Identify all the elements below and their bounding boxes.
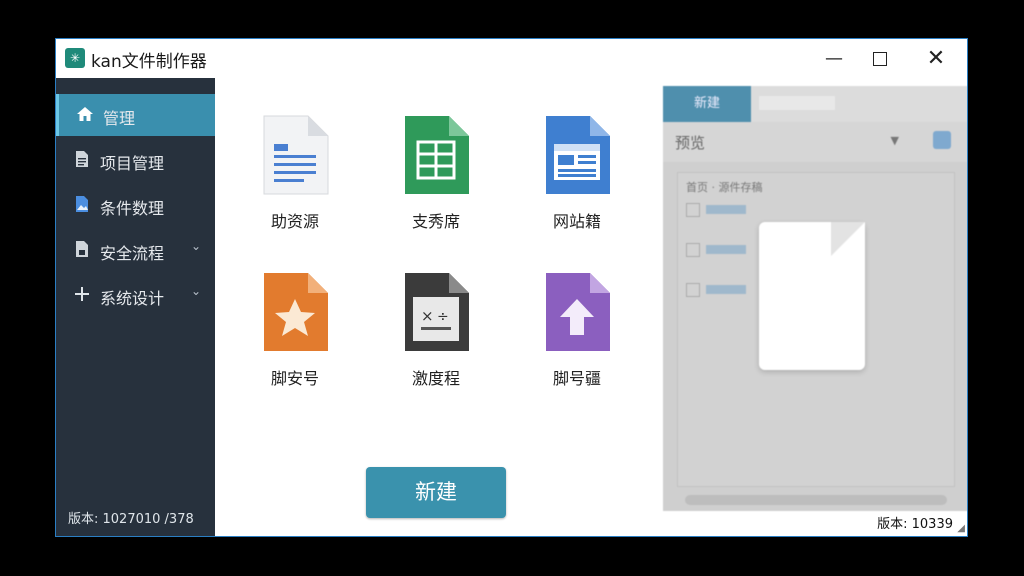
sidebar-item-label: 项目管理 (100, 154, 165, 173)
app-logo-icon: ✳ (65, 48, 85, 68)
sidebar-item-system[interactable]: 系统设计 ⌄ (56, 274, 215, 316)
maximize-button[interactable] (857, 39, 903, 78)
minimize-button[interactable]: — (811, 39, 857, 78)
list-item[interactable] (686, 283, 746, 297)
preview-list-header: 首页 · 源件存稿 (686, 181, 763, 194)
template-name: 脚号疆 (552, 369, 601, 388)
document-icon (72, 150, 92, 170)
template-grid: 助资源 支秀席 网站籍 脚安号 × ÷ 激度程 脚号疆 新建 (215, 78, 653, 536)
list-item[interactable] (686, 243, 746, 257)
checkbox[interactable] (686, 243, 700, 257)
preview-title: 预览 (675, 134, 706, 152)
spreadsheet-icon (405, 116, 469, 194)
footer-version: 版本: 10339 (877, 517, 953, 532)
app-window: ✳ kan文件制作器 — ✕ 管理 项目管理 条件数理 安全流程 ⌄ 系统设计 … (55, 38, 968, 537)
maximize-icon (873, 52, 887, 66)
sidebar-item-project[interactable]: 项目管理 (56, 139, 215, 181)
preview-tab[interactable] (759, 96, 835, 110)
page-fold (831, 222, 865, 256)
template-tile[interactable]: × ÷ 激度程 (376, 271, 496, 411)
template-name: 脚安号 (270, 369, 319, 388)
home-icon (75, 105, 95, 125)
close-button[interactable]: ✕ (913, 39, 959, 78)
sidebar-item-label: 管理 (103, 109, 136, 128)
image-file-icon (72, 195, 92, 215)
template-name: 支秀席 (411, 212, 460, 231)
checkbox[interactable] (686, 283, 700, 297)
sidebar-item-label: 条件数理 (100, 199, 165, 218)
sidebar-item-manage[interactable]: 管理 (56, 94, 215, 136)
list-item-placeholder (706, 285, 746, 294)
sidebar: 管理 项目管理 条件数理 安全流程 ⌄ 系统设计 ⌄ 版本: 1027010 /… (56, 78, 215, 536)
horizontal-scrollbar[interactable] (685, 495, 947, 505)
sidebar-item-label: 安全流程 (100, 244, 165, 263)
template-tile[interactable]: 脚号疆 (517, 271, 637, 411)
new-button[interactable]: 新建 (366, 467, 506, 518)
resize-grip-icon[interactable]: ◢ (957, 523, 965, 534)
template-tile[interactable]: 网站籍 (517, 114, 637, 254)
checkbox[interactable] (686, 203, 700, 217)
template-name: 助资源 (270, 212, 319, 231)
svg-text:×: × (421, 307, 434, 325)
list-item[interactable] (686, 203, 746, 217)
star-file-icon (264, 273, 328, 351)
web-page-icon (546, 116, 610, 194)
formula-file-icon: × ÷ (405, 273, 469, 351)
preview-tab-new[interactable]: 新建 (663, 86, 751, 122)
template-tile[interactable]: 助资源 (235, 114, 355, 254)
title-bar[interactable]: ✳ kan文件制作器 — ✕ (56, 39, 967, 78)
list-item-placeholder (706, 245, 746, 254)
chevron-down-icon[interactable]: ▼ (891, 134, 899, 147)
sidebar-version: 版本: 1027010 /378 (68, 512, 194, 527)
lock-file-icon (72, 240, 92, 260)
template-tile[interactable]: 脚安号 (235, 271, 355, 411)
window-title: kan文件制作器 (91, 52, 207, 72)
upload-file-icon (546, 273, 610, 351)
template-name: 激度程 (411, 369, 460, 388)
list-item-placeholder (706, 205, 746, 214)
sidebar-item-security[interactable]: 安全流程 ⌄ (56, 229, 215, 271)
preview-tabbar: 新建 (663, 86, 967, 122)
notification-icon[interactable] (933, 131, 951, 149)
document-text-icon (263, 115, 329, 195)
chevron-down-icon[interactable]: ⌄ (191, 239, 201, 253)
preview-panel: 新建 预览 ▼ 首页 · 源件存稿 (663, 86, 967, 511)
template-name: 网站籍 (552, 212, 601, 231)
file-preview-icon (759, 222, 865, 370)
preview-header: 预览 ▼ (663, 122, 967, 162)
template-tile[interactable]: 支秀席 (376, 114, 496, 254)
plus-icon (72, 285, 92, 305)
chevron-down-icon[interactable]: ⌄ (191, 284, 201, 298)
sidebar-item-conditions[interactable]: 条件数理 (56, 184, 215, 226)
sidebar-item-label: 系统设计 (100, 289, 165, 308)
svg-text:÷: ÷ (437, 309, 449, 325)
